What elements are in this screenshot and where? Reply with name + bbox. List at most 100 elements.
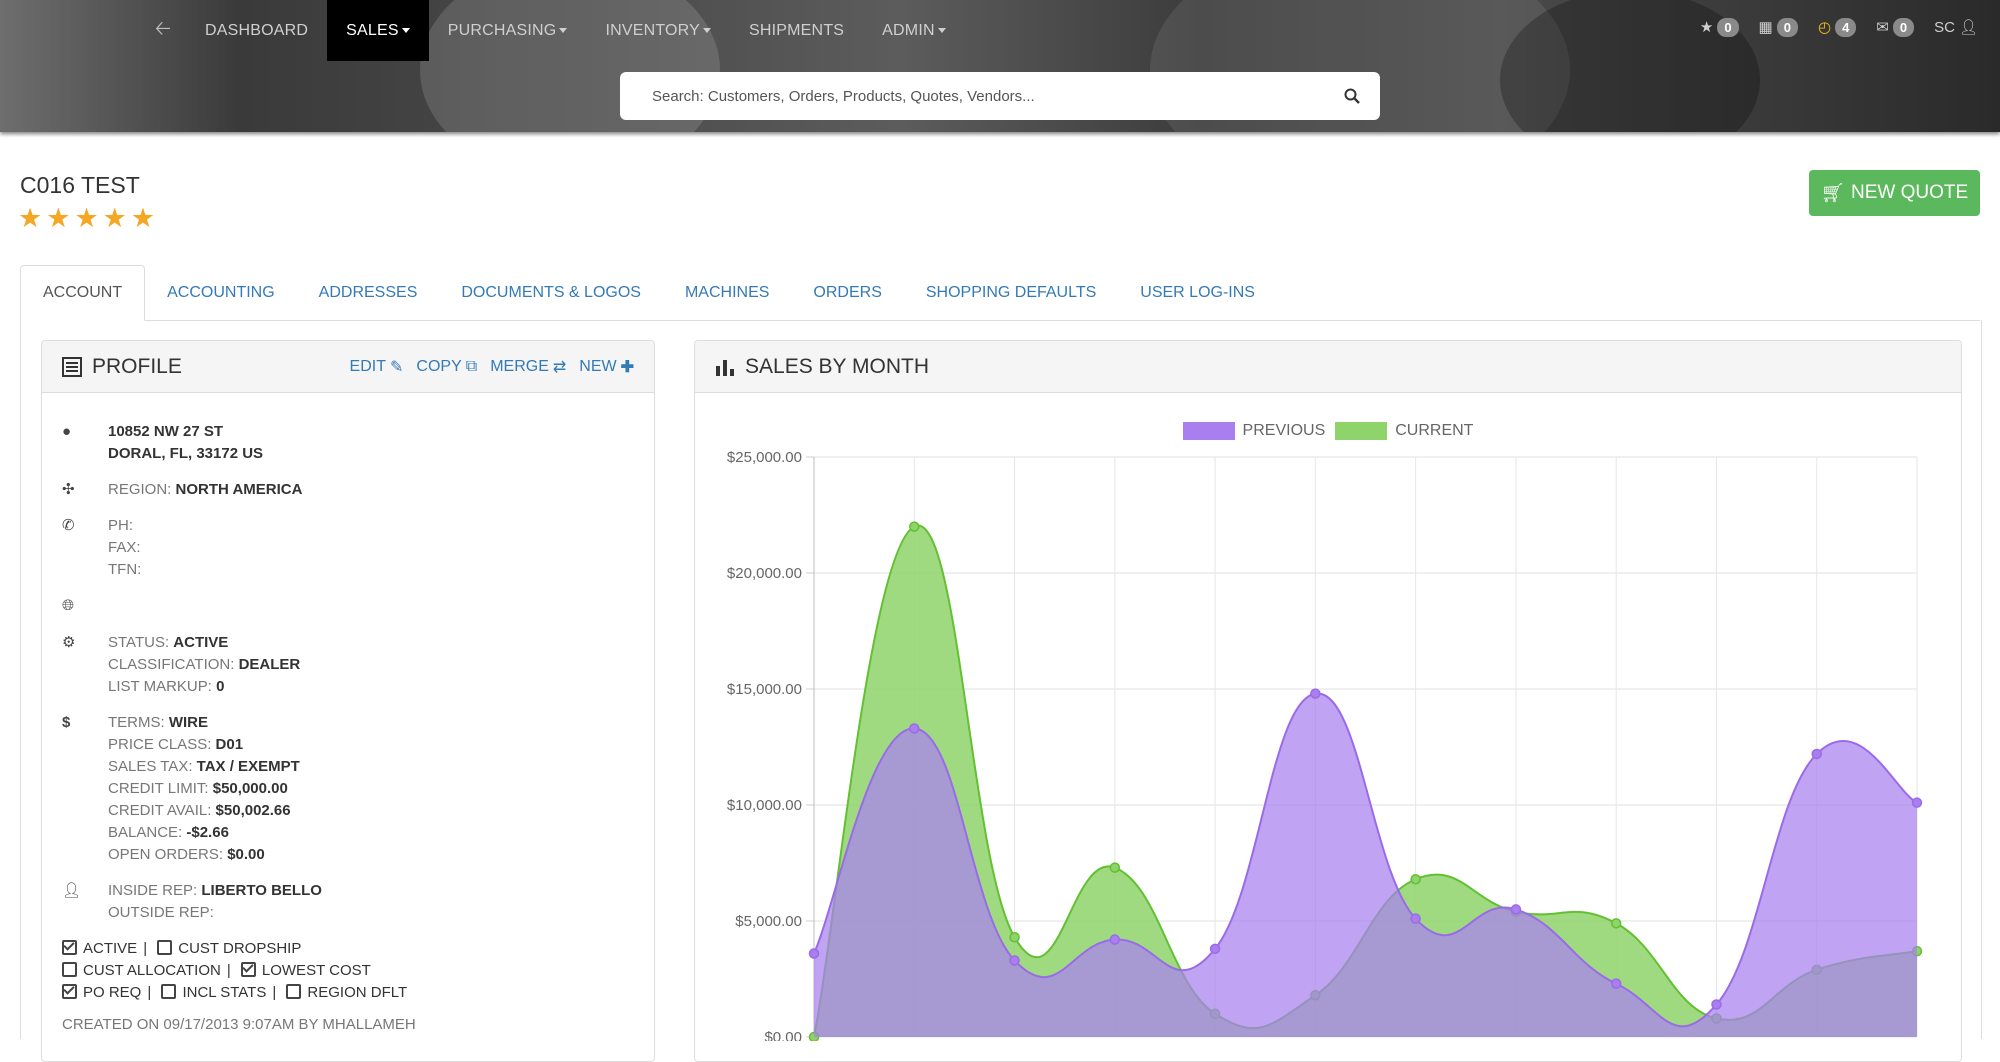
y-tick-label: $20,000.00 [727, 565, 802, 582]
point-previous [808, 948, 820, 959]
main-nav: 🡠 DASHBOARD SALES PURCHASING INVENTORY S… [140, 0, 965, 61]
incl-stats-checkbox[interactable] [161, 984, 177, 999]
favorites-badge: 0 [1717, 17, 1739, 37]
y-tick-label: $5,000.00 [735, 913, 802, 930]
po-req-checkbox[interactable] [62, 984, 77, 999]
new-button[interactable]: NEW ✚ [579, 357, 634, 377]
nav-dashboard[interactable]: DASHBOARD [186, 0, 327, 61]
gear-icon: ⚙ [62, 634, 76, 651]
calendar-badge: 0 [1776, 17, 1798, 37]
tab-account[interactable]: ACCOUNT [20, 265, 146, 321]
reps-block: 👤︎ INSIDE REP: LIBERTO BELLO OUTSIDE REP… [62, 882, 322, 921]
plus-icon: ✚ [620, 358, 634, 376]
search-input[interactable] [650, 86, 1344, 106]
created-info: CREATED ON 09/17/2013 9:07AM BY MHALLAME… [62, 1016, 416, 1033]
point-previous [1310, 688, 1321, 699]
merge-arrows-icon: ⇄ [552, 358, 567, 376]
point-previous [1209, 943, 1221, 955]
status-block: ⚙ STATUS: ACTIVE CLASSIFICATION: DEALER … [62, 634, 301, 695]
point-current [1610, 918, 1622, 929]
mail-badge: 0 [1892, 17, 1915, 37]
point-previous [909, 723, 920, 734]
region-dflt-checkbox[interactable] [286, 984, 302, 999]
tab-user-log-ins[interactable]: USER LOG-INS [1118, 265, 1277, 320]
point-previous [1109, 934, 1121, 945]
crosshair-icon: ✣ [62, 481, 75, 498]
dollar-icon: $ [62, 714, 71, 731]
user-icon: 👤︎ [1958, 19, 1978, 36]
calendar-icon: ▦ [1758, 19, 1773, 36]
user-menu[interactable]: SC 👤︎ [1934, 18, 1978, 37]
nav-purchasing[interactable]: PURCHASING [429, 0, 587, 61]
calendar-button[interactable]: ▦ 0 [1758, 17, 1798, 37]
new-quote-button[interactable]: 🛒︎ NEW QUOTE [1809, 170, 1980, 216]
merge-button[interactable]: MERGE ⇄ [490, 357, 566, 377]
nav-inventory[interactable]: INVENTORY [586, 0, 730, 61]
profile-list-icon [62, 356, 82, 377]
y-tick-label: $25,000.00 [727, 449, 802, 466]
region-row: ✣ REGION: NORTH AMERICA [62, 479, 302, 501]
page-title: C016 TEST [20, 172, 140, 198]
nav-sales[interactable]: SALES [327, 0, 429, 61]
phone-icon: ✆ [62, 517, 75, 534]
star-icon: ★ [1699, 19, 1714, 36]
address-block: ● 10852 NW 27 ST DORAL, FL, 33172 US [62, 423, 264, 462]
flags-row-1: ACTIVE | CUST DROPSHIP [62, 938, 301, 960]
sales-chart: $0.00 $5,000.00 $10,000.00 $15,000.00 $20,00… [727, 449, 1923, 1041]
caret-down-icon [559, 28, 568, 33]
favorites-button[interactable]: ★ 0 [1699, 17, 1739, 37]
tab-orders[interactable]: ORDERS [791, 265, 903, 320]
user-icon: 👤︎ [62, 882, 82, 899]
lowest-cost-checkbox[interactable] [240, 962, 256, 977]
header-right-icons: ★ 0 ▦ 0 ◴ 4 ✉ 0 SC 👤︎ [1700, 14, 1978, 40]
terms-block: $ TERMS: WIRE PRICE CLASS: D01 SALES TAX… [62, 714, 300, 863]
nav-shipments[interactable]: SHIPMENTS [730, 0, 863, 61]
clock-icon: ◴ [1817, 19, 1832, 36]
search-icon[interactable] [1344, 88, 1360, 104]
copy-button[interactable]: COPY ⧉ [416, 357, 477, 377]
y-tick-label: $10,000.00 [727, 797, 802, 814]
tab-machines[interactable]: MACHINES [663, 265, 791, 320]
point-previous [1009, 955, 1020, 966]
point-previous [1510, 904, 1522, 915]
caret-down-icon [937, 28, 946, 33]
back-arrow-icon[interactable]: 🡠 [140, 0, 186, 61]
tab-addresses[interactable]: ADDRESSES [297, 265, 440, 320]
point-previous [1610, 978, 1622, 989]
user-initials: SC [1934, 18, 1955, 36]
mail-button[interactable]: ✉ 0 [1876, 17, 1915, 37]
point-previous [1811, 748, 1822, 760]
tab-documents-logos[interactable]: DOCUMENTS & LOGOS [439, 265, 663, 320]
profile-panel: PROFILE EDIT ✎ COPY ⧉ MERGE ⇄ NEW ✚ ● 10852 … [41, 340, 655, 1062]
rating-stars: ★ ★ ★ ★ ★ [18, 204, 155, 232]
profile-title: PROFILE [92, 354, 182, 378]
point-current [1009, 931, 1020, 943]
rating-star-icon: ★ [18, 203, 43, 233]
mail-icon: ✉ [1876, 19, 1889, 36]
y-tick-label: $0.00 [764, 1029, 802, 1041]
tab-shopping-defaults[interactable]: SHOPPING DEFAULTS [904, 265, 1118, 320]
point-current [909, 521, 920, 532]
flags-row-3: PO REQ | INCL STATS | REGION DFLT [62, 982, 407, 1004]
edit-button[interactable]: EDIT ✎ [350, 357, 404, 377]
global-search [620, 72, 1380, 120]
caret-down-icon [401, 28, 410, 33]
caret-down-icon [703, 28, 712, 33]
point-previous [1410, 913, 1421, 924]
point-previous [1711, 999, 1722, 1010]
cart-icon: 🛒︎ [1820, 183, 1845, 204]
tab-accounting[interactable]: ACCOUNTING [145, 265, 297, 320]
point-previous [1911, 797, 1923, 808]
profile-header: PROFILE EDIT ✎ COPY ⧉ MERGE ⇄ NEW ✚ [42, 341, 654, 393]
map-marker-icon: ● [62, 423, 72, 440]
nav-admin[interactable]: ADMIN [863, 0, 965, 61]
flags-row-2: CUST ALLOCATION | LOWEST COST [62, 960, 371, 982]
cust-dropship-checkbox[interactable] [157, 940, 173, 955]
active-checkbox[interactable] [62, 940, 77, 955]
copy-icon: ⧉ [465, 357, 478, 375]
y-tick-label: $15,000.00 [727, 681, 802, 698]
point-current [1109, 862, 1121, 873]
cust-allocation-checkbox[interactable] [62, 962, 77, 977]
clock-button[interactable]: ◴ 4 [1817, 17, 1857, 37]
phone-block: ✆ PH: FAX: TFN: [62, 517, 142, 578]
